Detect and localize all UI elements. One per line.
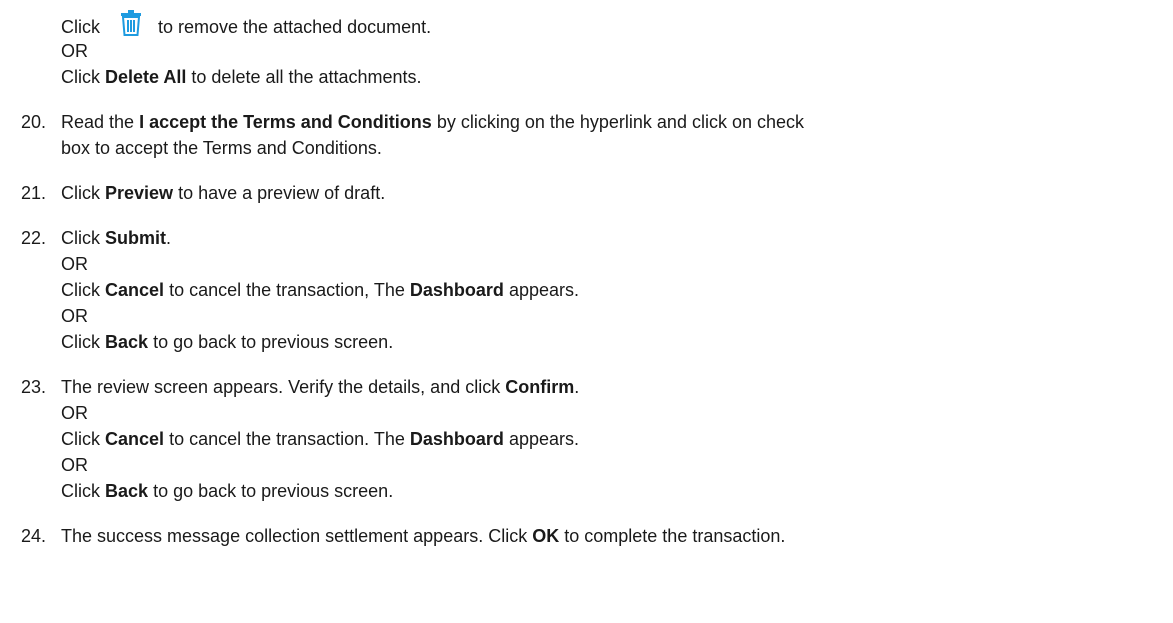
step-number: 22. [21, 228, 47, 248]
or-label: OR [61, 41, 88, 61]
step-20-text: Read the I accept the Terms and Conditio… [61, 112, 805, 132]
preview-term: Preview [105, 183, 174, 203]
step-22: 22. Click Submit. [21, 227, 171, 249]
step-number: 24. [21, 526, 47, 546]
step-23: 23. The review screen appears. Verify th… [21, 376, 579, 398]
submit-term: Submit [105, 228, 167, 248]
step-number: 23. [21, 377, 47, 397]
confirm-term: Confirm [505, 377, 575, 397]
delete-all-text: to delete all the attachments. [191, 67, 422, 87]
step-23-text: The review screen appears. Verify the de… [61, 377, 580, 397]
or-label: OR [61, 306, 88, 326]
delete-all-term: Delete All [105, 67, 187, 87]
or-label: OR [61, 254, 88, 274]
document-page: Click to remove the attached document. OR… [0, 0, 1173, 623]
dashboard-term: Dashboard [409, 280, 504, 300]
terms-term: I accept the Terms and Conditions [139, 112, 432, 132]
remove-instruction: Click to remove the attached document. [61, 10, 431, 41]
remove-text: to remove the attached document. [158, 17, 432, 37]
step-number: 21. [21, 183, 47, 203]
click-label: Click [61, 17, 100, 37]
step-22-cancel: Click Cancel to cancel the transaction, … [61, 280, 579, 300]
step-21-text: Click Preview to have a preview of draft… [61, 183, 386, 203]
cancel-term: Cancel [105, 429, 165, 449]
click-label: Click [61, 67, 100, 87]
step-22-back: Click Back to go back to previous screen… [61, 332, 394, 352]
step-20: 20. Read the I accept the Terms and Cond… [21, 111, 804, 133]
step-number: 20. [21, 112, 47, 132]
back-term: Back [105, 481, 149, 501]
step-20-line2: box to accept the Terms and Conditions. [61, 138, 382, 158]
step-24: 24. The success message collection settl… [21, 525, 785, 547]
back-term: Back [105, 332, 149, 352]
step-22-text: Click Submit. [61, 228, 172, 248]
step-21: 21. Click Preview to have a preview of d… [21, 182, 385, 204]
ok-term: OK [532, 526, 560, 546]
or-label: OR [61, 455, 88, 475]
step-23-back: Click Back to go back to previous screen… [61, 481, 394, 501]
dashboard-term: Dashboard [409, 429, 504, 449]
or-label: OR [61, 403, 88, 423]
step-24-text: The success message collection settlemen… [61, 526, 786, 546]
delete-all-instruction: Click Delete All to delete all the attac… [61, 66, 422, 88]
step-23-cancel: Click Cancel to cancel the transaction. … [61, 429, 579, 449]
trash-icon [118, 10, 144, 41]
cancel-term: Cancel [105, 280, 165, 300]
